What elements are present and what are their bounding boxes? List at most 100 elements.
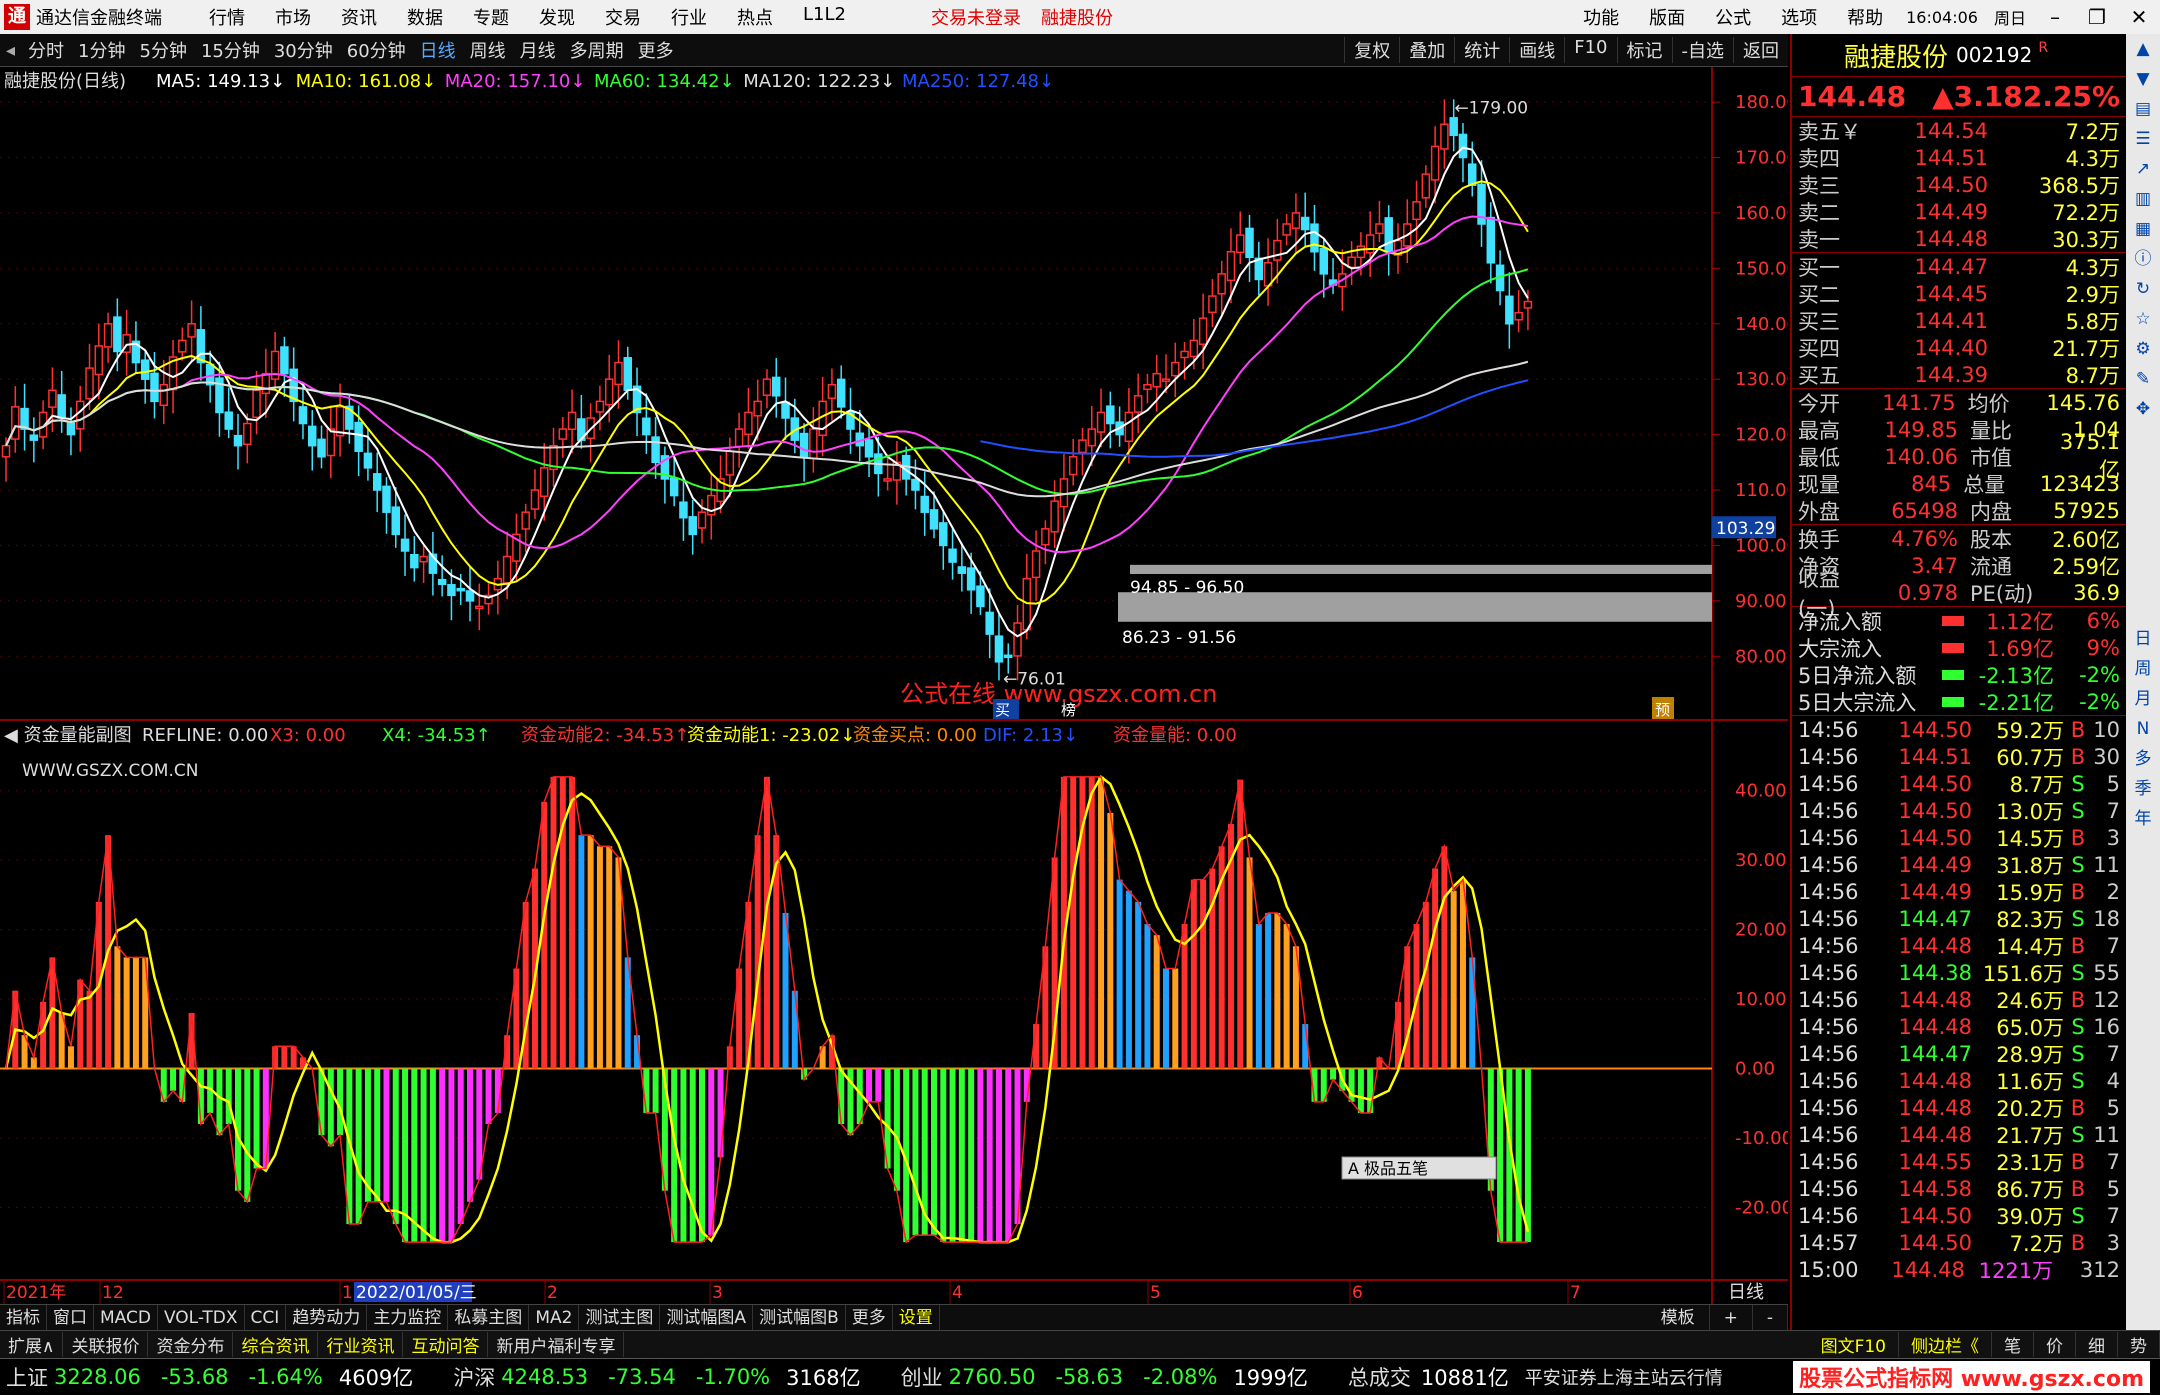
indicator-tab-1[interactable]: 窗口 xyxy=(47,1305,94,1330)
right-menu-2[interactable]: 公式 xyxy=(1700,4,1766,30)
info-right-0[interactable]: 图文F10 xyxy=(1809,1332,1899,1357)
menu-8[interactable]: 热点 xyxy=(722,4,788,30)
indicator-tab-11[interactable]: 测试幅图B xyxy=(753,1305,846,1330)
tick-row[interactable]: 14:56 144.48 14.4万 B 7 xyxy=(1792,932,2126,959)
info-right-5[interactable]: 势 xyxy=(2118,1332,2160,1357)
minimize-icon[interactable]: – xyxy=(2034,5,2076,29)
info-right-3[interactable]: 价 xyxy=(2034,1332,2076,1357)
indicator-tab-7[interactable]: 私募主图 xyxy=(448,1305,530,1330)
right-menu-4[interactable]: 帮助 xyxy=(1832,4,1898,30)
info-item-4[interactable]: 行业资讯 xyxy=(318,1332,404,1357)
tick-row[interactable]: 15:00 144.48 1221万 312 xyxy=(1792,1256,2126,1283)
indicator-tab-4[interactable]: CCI xyxy=(245,1305,287,1330)
info-item-6[interactable]: 新用户福利专享 xyxy=(488,1332,625,1357)
side-period-4[interactable]: 多 xyxy=(2135,744,2152,774)
side-period-2[interactable]: 月 xyxy=(2135,684,2152,714)
period-tab-9[interactable]: 多周期 xyxy=(563,37,631,63)
stock-link[interactable]: 融捷股份 xyxy=(1031,4,1123,30)
bids-row[interactable]: 买三 144.41 5.8万 xyxy=(1792,307,2126,334)
indicator-tab-2[interactable]: MACD xyxy=(94,1305,158,1330)
indicator-tab-13[interactable]: 设置 xyxy=(893,1305,940,1330)
menu-6[interactable]: 交易 xyxy=(590,4,656,30)
chart-tool-2[interactable]: 统计 xyxy=(1454,37,1509,63)
side-period-5[interactable]: 季 xyxy=(2135,774,2152,804)
tick-row[interactable]: 14:56 144.55 23.1万 B 7 xyxy=(1792,1148,2126,1175)
chart-tool-0[interactable]: 复权 xyxy=(1344,37,1399,63)
menu-3[interactable]: 数据 xyxy=(392,4,458,30)
tick-row[interactable]: 14:56 144.49 31.8万 S 11 xyxy=(1792,851,2126,878)
indicator-tab-0[interactable]: 指标 xyxy=(0,1305,47,1330)
bids-row[interactable]: 买四 144.40 21.7万 xyxy=(1792,334,2126,361)
indicator-tab-12[interactable]: 更多 xyxy=(846,1305,893,1330)
info-item-3[interactable]: 综合资讯 xyxy=(233,1332,319,1357)
right-menu-3[interactable]: 选项 xyxy=(1766,4,1832,30)
bids-row[interactable]: 买一 144.47 4.3万 xyxy=(1792,253,2126,280)
period-tab-7[interactable]: 周线 xyxy=(463,37,513,63)
tick-row[interactable]: 14:56 144.51 60.7万 B 30 xyxy=(1792,743,2126,770)
tick-row[interactable]: 14:56 144.50 14.5万 B 3 xyxy=(1792,824,2126,851)
tick-row[interactable]: 14:56 144.49 15.9万 B 2 xyxy=(1792,878,2126,905)
list-icon[interactable]: ☰ xyxy=(2135,124,2150,154)
indicator-tab-9[interactable]: 测试主图 xyxy=(579,1305,661,1330)
info-item-1[interactable]: 关联报价 xyxy=(63,1332,149,1357)
tab-right-0[interactable]: 模板 xyxy=(1647,1305,1710,1330)
tick-row[interactable]: 14:56 144.50 13.0万 S 7 xyxy=(1792,797,2126,824)
info-item-2[interactable]: 资金分布 xyxy=(148,1332,234,1357)
menu-5[interactable]: 发现 xyxy=(524,4,590,30)
index-name[interactable]: 创业 xyxy=(901,1362,943,1392)
chart-area[interactable]: 180.00170.00160.00150.00140.00130.00120.… xyxy=(0,67,1788,1304)
info-right-1[interactable]: 侧边栏《 xyxy=(1899,1332,1992,1357)
asks-row[interactable]: 卖三 144.50 368.5万 xyxy=(1792,171,2126,198)
tick-row[interactable]: 14:56 144.50 59.2万 B 10 xyxy=(1792,716,2126,743)
chart-tool-1[interactable]: 叠加 xyxy=(1399,37,1454,63)
tick-row[interactable]: 14:56 144.48 11.6万 S 4 xyxy=(1792,1067,2126,1094)
tick-row[interactable]: 14:56 144.58 86.7万 B 5 xyxy=(1792,1175,2126,1202)
period-tab-6[interactable]: 日线 xyxy=(413,37,463,63)
period-tab-1[interactable]: 1分钟 xyxy=(71,37,132,63)
indicator-tab-3[interactable]: VOL-TDX xyxy=(158,1305,245,1330)
asks-row[interactable]: 卖五￥ 144.54 7.2万 xyxy=(1792,117,2126,144)
side-period-3[interactable]: N xyxy=(2137,714,2150,744)
tick-row[interactable]: 14:56 144.48 24.6万 B 12 xyxy=(1792,986,2126,1013)
menu-1[interactable]: 市场 xyxy=(260,4,326,30)
tick-list[interactable]: 14:56 144.50 59.2万 B 10 14:56 144.51 60.7万 B 30 14… xyxy=(1792,715,2126,1283)
period-tab-0[interactable]: 分时 xyxy=(21,37,71,63)
bar-icon[interactable]: ▥ xyxy=(2135,184,2151,214)
period-tab-8[interactable]: 月线 xyxy=(513,37,563,63)
settings-icon[interactable]: ⚙ xyxy=(2135,334,2150,364)
indicator-tab-10[interactable]: 测试幅图A xyxy=(660,1305,754,1330)
period-tab-3[interactable]: 15分钟 xyxy=(194,37,267,63)
close-icon[interactable]: ✕ xyxy=(2118,5,2160,29)
menu-9[interactable]: L1L2 xyxy=(788,4,861,30)
tick-row[interactable]: 14:56 144.38 151.6万 S 55 xyxy=(1792,959,2126,986)
menu-7[interactable]: 行业 xyxy=(656,4,722,30)
trend-icon[interactable]: ↗ xyxy=(2136,154,2150,184)
bids-row[interactable]: 买二 144.45 2.9万 xyxy=(1792,280,2126,307)
period-tab-5[interactable]: 60分钟 xyxy=(340,37,413,63)
chart-tool-4[interactable]: F10 xyxy=(1564,37,1616,63)
expand-icon[interactable]: ◂ xyxy=(0,40,21,61)
asks-row[interactable]: 卖二 144.49 72.2万 xyxy=(1792,198,2126,225)
arrow-up-icon[interactable]: ▲ xyxy=(2136,34,2149,64)
chart-tool-6[interactable]: -自选 xyxy=(1671,37,1734,63)
info-right-4[interactable]: 细 xyxy=(2076,1332,2118,1357)
index-name[interactable]: 沪深 xyxy=(453,1362,495,1392)
asks-row[interactable]: 卖四 144.51 4.3万 xyxy=(1792,144,2126,171)
menu-0[interactable]: 行情 xyxy=(194,4,260,30)
tick-row[interactable]: 14:57 144.50 7.2万 B 3 xyxy=(1792,1229,2126,1256)
indicator-tab-8[interactable]: MA2 xyxy=(529,1305,580,1330)
right-menu-0[interactable]: 功能 xyxy=(1568,4,1634,30)
indicator-tab-6[interactable]: 主力监控 xyxy=(367,1305,449,1330)
star-icon[interactable]: ☆ xyxy=(2135,304,2150,334)
grid-icon[interactable]: ▦ xyxy=(2135,214,2151,244)
indicator-tab-5[interactable]: 趋势动力 xyxy=(286,1305,368,1330)
menu-4[interactable]: 专题 xyxy=(458,4,524,30)
tick-row[interactable]: 14:56 144.50 39.0万 S 7 xyxy=(1792,1202,2126,1229)
refresh-icon[interactable]: ↻ xyxy=(2136,274,2150,304)
period-tab-10[interactable]: 更多 xyxy=(631,37,681,63)
compass-icon[interactable]: ✥ xyxy=(2136,394,2150,424)
asks-row[interactable]: 卖一 144.48 30.3万 xyxy=(1792,225,2126,252)
info-icon[interactable]: ⓘ xyxy=(2135,244,2152,274)
chart-tool-5[interactable]: 标记 xyxy=(1616,37,1672,63)
info-right-2[interactable]: 笔 xyxy=(1992,1332,2034,1357)
